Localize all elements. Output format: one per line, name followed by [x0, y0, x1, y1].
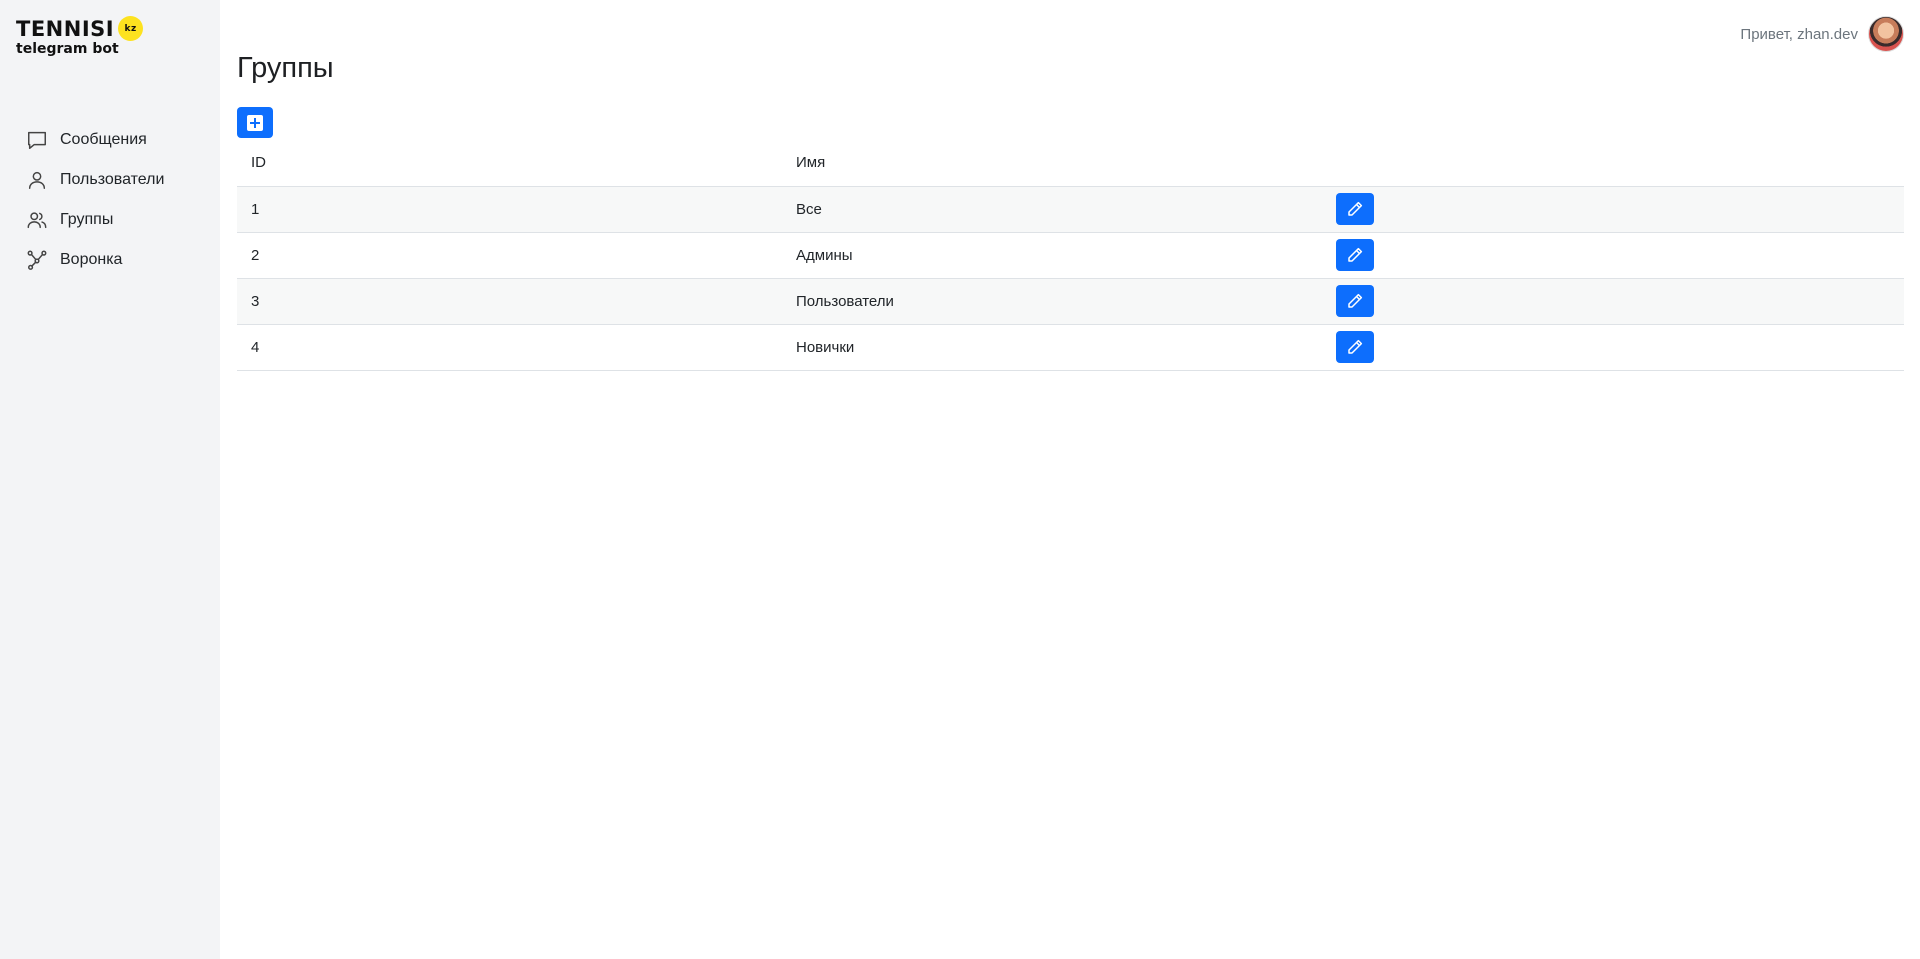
groups-table: ID Имя 1 Все 2 Админы 3 Пользователи 4 Н…	[237, 140, 1904, 371]
sidebar-item-users[interactable]: Пользователи	[0, 160, 220, 200]
users-icon	[27, 212, 47, 229]
sidebar-item-groups[interactable]: Группы	[0, 200, 220, 240]
brand-subtitle: telegram bot	[16, 41, 119, 57]
main-content: Привет, zhan.dev Группы ID Имя 1 Все 2 А…	[237, 0, 1904, 959]
cell-id: 4	[237, 324, 782, 371]
sidebar-item-messages[interactable]: Сообщения	[0, 120, 220, 160]
message-icon	[28, 131, 46, 149]
user-menu[interactable]: Привет, zhan.dev	[1740, 16, 1904, 52]
sidebar-item-label: Группы	[60, 211, 114, 228]
sidebar-item-label: Пользователи	[60, 171, 165, 188]
cell-actions	[1327, 186, 1904, 233]
pencil-icon	[1348, 293, 1363, 308]
plus-icon	[247, 114, 263, 131]
brand-logo[interactable]: TENNISI kz telegram bot	[16, 16, 144, 57]
brand-title: TENNISI	[16, 16, 115, 41]
sidebar-nav: Сообщения Пользователи Группы Воронка	[0, 120, 220, 280]
brand-badge: kz	[118, 16, 144, 41]
pencil-icon	[1348, 247, 1363, 262]
cell-actions	[1327, 232, 1904, 279]
add-group-button[interactable]	[237, 107, 273, 138]
column-header-name[interactable]: Имя	[782, 140, 1327, 187]
sidebar-item-label: Сообщения	[60, 131, 147, 148]
greeting-text: Привет, zhan.dev	[1740, 25, 1858, 43]
sidebar: TENNISI kz telegram bot Сообщения Пользо…	[0, 0, 220, 959]
cell-actions	[1327, 324, 1904, 371]
cell-id: 2	[237, 232, 782, 279]
table-row: 3 Пользователи	[237, 278, 1904, 325]
sidebar-item-label: Воронка	[60, 251, 123, 268]
cell-name: Все	[782, 186, 1327, 233]
sidebar-item-funnel[interactable]: Воронка	[0, 240, 220, 280]
edit-button[interactable]	[1336, 331, 1374, 363]
user-icon	[28, 171, 46, 189]
cell-name: Новички	[782, 324, 1327, 371]
cell-name: Админы	[782, 232, 1327, 279]
column-header-id[interactable]: ID	[237, 140, 782, 187]
cell-id: 1	[237, 186, 782, 233]
pencil-icon	[1348, 201, 1363, 216]
edit-button[interactable]	[1336, 285, 1374, 317]
page-title: Группы	[237, 52, 334, 84]
brand-title-row: TENNISI kz	[16, 16, 144, 41]
cell-id: 3	[237, 278, 782, 325]
table-row: 4 Новички	[237, 324, 1904, 371]
avatar[interactable]	[1868, 16, 1904, 52]
pencil-icon	[1348, 339, 1363, 354]
table-row: 2 Админы	[237, 232, 1904, 279]
cell-name: Пользователи	[782, 278, 1327, 325]
column-header-actions	[1327, 140, 1904, 187]
table-header-row: ID Имя	[237, 140, 1904, 187]
funnel-icon	[27, 250, 47, 270]
edit-button[interactable]	[1336, 239, 1374, 271]
table-row: 1 Все	[237, 186, 1904, 233]
cell-actions	[1327, 278, 1904, 325]
edit-button[interactable]	[1336, 193, 1374, 225]
